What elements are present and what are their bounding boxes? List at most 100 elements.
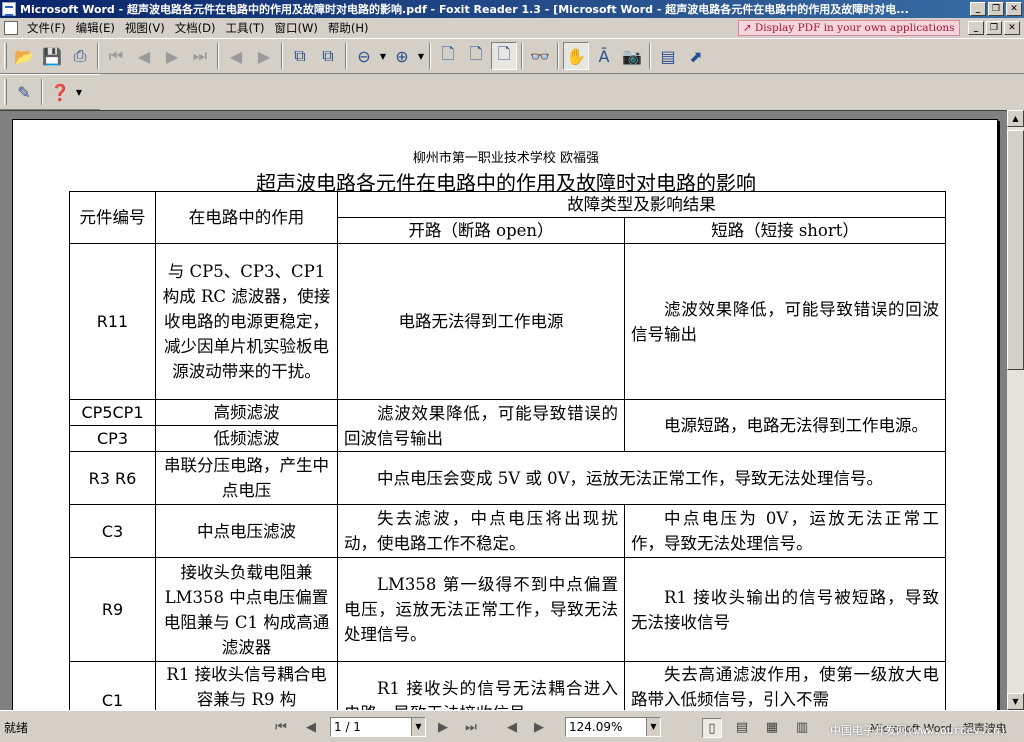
go-back-icon[interactable]: ◀ (223, 42, 249, 70)
secondary-toolbar: ✎ ❓ ▼ (0, 74, 100, 110)
header-component: 元件编号 (69, 191, 156, 244)
table-row: C3 中点电压滤波 失去滤波，中点电压将出现扰动，使电路工作不稳定。 中点电压为… (69, 504, 946, 558)
toolbar-grip[interactable] (4, 43, 7, 69)
menu-view[interactable]: 视图(V) (120, 19, 170, 37)
toolbar-separator (429, 43, 431, 69)
snapshot-camera-icon[interactable]: 📷 (619, 42, 645, 70)
help-dropdown-icon[interactable]: ▼ (74, 88, 84, 97)
annotation-icon[interactable]: ✎ (11, 78, 37, 106)
cell-open-short: 中点电压会变成 5V 或 0V，运放无法正常工作，导致无法处理信号。 (337, 451, 946, 505)
first-page-icon[interactable]: ⏮ (103, 42, 129, 70)
continuous-layout-icon[interactable]: ▤ (732, 718, 752, 738)
cell-short: 中点电压为 0V，运放无法正常工作，导致无法处理信号。 (624, 504, 946, 558)
header-role: 在电路中的作用 (155, 191, 338, 244)
cell-code: R11 (69, 243, 156, 400)
continuous-facing-layout-icon[interactable]: ▥ (792, 718, 812, 738)
menu-edit[interactable]: 编辑(E) (71, 19, 120, 37)
text-select-icon[interactable]: Ā (591, 42, 617, 70)
watermark: 中国电子开发网(www.ourdev.cn) (830, 724, 1007, 737)
cell-role: 中点电压滤波 (155, 504, 338, 558)
document-author: 柳州市第一职业技术学校 欧福强 (412, 151, 600, 166)
status-last-page-icon[interactable]: ⏭ (462, 719, 480, 737)
table-header-row: 元件编号 在电路中的作用 故障类型及影响结果 (69, 191, 946, 244)
previous-page-icon[interactable]: ◀ (131, 42, 157, 70)
cell-open: LM358 第一级得不到中点偏置电压，运放无法正常工作，导致无法处理信号。 (337, 557, 625, 662)
toolbar-separator (41, 79, 43, 105)
cell-short: 滤波效果降低，可能导致错误的回波信号输出 (624, 243, 946, 400)
page-number-field[interactable]: 1 / 1 ▼ (330, 717, 426, 737)
restore-button[interactable]: ❐ (988, 2, 1004, 16)
doc-close-button[interactable]: ✕ (1004, 21, 1020, 35)
next-page-icon[interactable]: ▶ (159, 42, 185, 70)
fit-page-icon[interactable]: 🗋 (463, 42, 489, 70)
table-row: R3 R6 串联分压电路，产生中点电压 中点电压会变成 5V 或 0V，运放无法… (69, 451, 946, 505)
close-button[interactable]: ✕ (1006, 2, 1022, 16)
doc-restore-button[interactable]: ❐ (986, 21, 1002, 35)
toolbar-separator (345, 43, 347, 69)
zoom-out-icon[interactable]: ⊖ (351, 42, 377, 70)
word-app-icon[interactable] (2, 2, 16, 16)
status-next-page-icon[interactable]: ▶ (434, 719, 452, 737)
zoom-out-dropdown-icon[interactable]: ▼ (378, 52, 388, 61)
toolbar-separator (649, 43, 651, 69)
minimize-button[interactable]: _ (970, 2, 986, 16)
last-page-icon[interactable]: ⏭ (187, 42, 213, 70)
vertical-scrollbar[interactable]: ▲ ▼ (1007, 110, 1024, 710)
single-page-layout-icon[interactable]: ▯ (702, 718, 722, 738)
status-previous-page-icon[interactable]: ◀ (302, 719, 320, 737)
menu-help[interactable]: 帮助(H) (323, 19, 374, 37)
status-back-icon[interactable]: ◀ (503, 719, 521, 737)
toolbar-separator (557, 43, 559, 69)
scroll-thumb[interactable] (1007, 130, 1024, 370)
menu-tools[interactable]: 工具(T) (221, 19, 270, 37)
table-row: R9 接收头负载电阻兼 LM358 中点电压偏置电阻兼与 C1 构成高通滤波器 … (69, 557, 946, 662)
cell-role: 串联分压电路，产生中点电压 (155, 451, 338, 505)
cell-code: R9 (69, 557, 156, 662)
actual-size-icon[interactable]: 🗋 (435, 42, 461, 70)
zoom-dropdown-icon[interactable]: ▼ (646, 718, 660, 736)
zoom-in-dropdown-icon[interactable]: ▼ (416, 52, 426, 61)
promo-banner[interactable]: ➚ Display PDF in your own applications (738, 20, 960, 36)
cell-code: C3 (69, 504, 156, 558)
zoom-in-icon[interactable]: ⊕ (389, 42, 415, 70)
document-icon[interactable] (4, 21, 18, 35)
foxit-reader-window: Microsoft Word - 超声波电路各元件在电路中的作用及故障时对电路的… (0, 0, 1024, 742)
status-first-page-icon[interactable]: ⏮ (272, 719, 290, 737)
zoom-value: 124.09% (569, 720, 623, 734)
promo-text: Display PDF in your own applications (754, 22, 955, 34)
print-icon[interactable]: ⎙ (67, 42, 93, 70)
find-binoculars-icon[interactable]: 👓 (527, 42, 553, 70)
cell-role: 接收头负载电阻兼 LM358 中点电压偏置电阻兼与 C1 构成高通滤波器 (155, 557, 338, 662)
scroll-down-icon[interactable]: ▼ (1007, 693, 1024, 710)
copy-pages-icon[interactable]: ⧉ (287, 42, 313, 70)
doc-minimize-button[interactable]: _ (968, 21, 984, 35)
save-icon[interactable]: 💾 (39, 42, 65, 70)
cell-open: 失去滤波，中点电压将出现扰动，使电路工作不稳定。 (337, 504, 625, 558)
scroll-up-icon[interactable]: ▲ (1007, 110, 1024, 127)
page-number-value: 1 / 1 (334, 720, 361, 734)
pointer-arrow-icon: ➚ (743, 22, 752, 34)
go-forward-icon[interactable]: ▶ (251, 42, 277, 70)
facing-layout-icon[interactable]: ▦ (762, 718, 782, 738)
menu-window[interactable]: 窗口(W) (270, 19, 323, 37)
full-screen-icon[interactable]: ⬈ (683, 42, 709, 70)
zoom-field[interactable]: 124.09% ▼ (565, 717, 661, 737)
menu-document[interactable]: 文档(D) (170, 19, 221, 37)
cell-short: 电源短路，电路无法得到工作电源。 (624, 399, 946, 452)
document-viewport[interactable]: 柳州市第一职业技术学校 欧福强 超声波电路各元件在电路中的作用及故障时对电路的影… (0, 110, 1024, 719)
page-dropdown-icon[interactable]: ▼ (411, 718, 425, 736)
toolbar-grip[interactable] (4, 79, 7, 105)
header-open: 开路（断路 open） (337, 217, 625, 244)
hand-tool-icon[interactable]: ✋ (563, 42, 589, 70)
header-fault: 故障类型及影响结果 (337, 191, 946, 218)
fit-width-icon[interactable]: 🗋 (491, 42, 517, 70)
open-folder-icon[interactable]: 📂 (11, 42, 37, 70)
help-icon[interactable]: ❓ (47, 78, 73, 106)
cell-code: CP3 (69, 425, 156, 452)
status-forward-icon[interactable]: ▶ (530, 719, 548, 737)
menu-file[interactable]: 文件(F) (22, 19, 71, 37)
cell-role: 低频滤波 (155, 425, 338, 452)
bookmarks-panel-icon[interactable]: ▤ (655, 42, 681, 70)
header-short: 短路（短接 short） (624, 217, 946, 244)
paste-pages-icon[interactable]: ⧉ (315, 42, 341, 70)
